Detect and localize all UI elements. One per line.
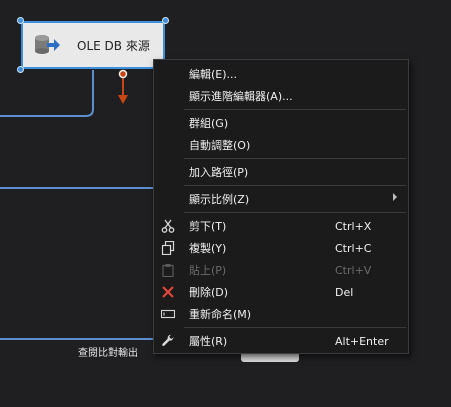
rename-icon — [160, 306, 176, 322]
menu-item-rename[interactable]: 重新命名(M) — [154, 303, 408, 325]
menu-separator — [184, 109, 406, 110]
lookup-match-output-label: 查閱比對輸出 — [78, 348, 138, 359]
copy-icon — [160, 240, 176, 256]
menu-item-cut[interactable]: 剪下(T) Ctrl+X — [154, 215, 408, 237]
submenu-arrow-icon — [393, 193, 397, 201]
menu-item-delete[interactable]: 刪除(D) Del — [154, 281, 408, 303]
selection-handle-top-right[interactable] — [162, 17, 169, 24]
menu-separator — [184, 158, 406, 159]
scissors-icon — [160, 218, 176, 234]
menu-item-edit[interactable]: 編輯(E)... — [154, 63, 408, 85]
menu-item-show-advanced-editor[interactable]: 顯示進階編輯器(A)... — [154, 85, 408, 107]
path-anchor — [118, 69, 128, 79]
menu-separator — [184, 327, 406, 328]
database-source-icon — [27, 25, 67, 65]
component-label: OLE DB 來源 — [77, 38, 150, 53]
menu-item-add-path[interactable]: 加入路徑(P) — [154, 161, 408, 183]
path-arrow-head — [118, 95, 128, 104]
menu-item-autosize[interactable]: 自動調整(O) — [154, 134, 408, 156]
paste-icon — [160, 262, 176, 278]
menu-separator — [184, 212, 406, 213]
shortcut-label: Ctrl+C — [335, 241, 372, 255]
shortcut-label: Ctrl+X — [335, 219, 372, 233]
menu-item-paste: 貼上(P) Ctrl+V — [154, 259, 408, 281]
delete-x-icon — [160, 284, 176, 300]
context-menu: 編輯(E)... 顯示進階編輯器(A)... 群組(G) 自動調整(O) 加入路… — [153, 59, 409, 354]
menu-item-group[interactable]: 群組(G) — [154, 112, 408, 134]
menu-item-zoom[interactable]: 顯示比例(Z) — [154, 188, 408, 210]
connector-line-top — [0, 70, 94, 117]
selection-handle-bottom-left[interactable] — [17, 66, 24, 73]
selection-handle-top-left[interactable] — [17, 17, 24, 24]
ole-db-source-component[interactable]: OLE DB 來源 — [21, 21, 165, 69]
wrench-icon — [160, 333, 176, 349]
menu-item-properties[interactable]: 屬性(R) Alt+Enter — [154, 330, 408, 352]
shortcut-label: Ctrl+V — [335, 263, 372, 277]
menu-item-copy[interactable]: 複製(Y) Ctrl+C — [154, 237, 408, 259]
menu-separator — [184, 185, 406, 186]
shortcut-label: Del — [335, 285, 354, 299]
shortcut-label: Alt+Enter — [335, 334, 389, 348]
